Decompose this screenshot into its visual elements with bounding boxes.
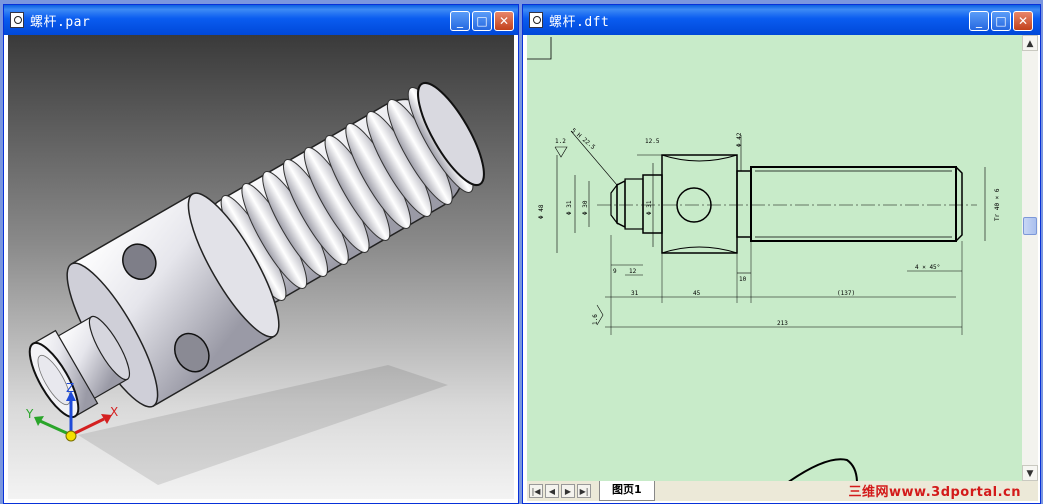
maximize-button[interactable]: □ <box>472 11 492 31</box>
dim-text: 12 <box>629 268 637 275</box>
close-button[interactable]: ✕ <box>494 11 514 31</box>
scroll-thumb[interactable] <box>1023 217 1037 235</box>
dim-text: 31 <box>631 290 639 297</box>
close-button[interactable]: ✕ <box>1013 11 1033 31</box>
scroll-up-icon[interactable]: ▲ <box>1022 35 1038 51</box>
z-axis-label: Z <box>66 381 75 395</box>
part-window-titlebar[interactable]: 螺杆.par _ □ ✕ <box>4 5 518 35</box>
dim-text: 1.2 <box>555 138 566 145</box>
dim-text: 1.6 <box>592 314 599 325</box>
maximize-button[interactable]: □ <box>991 11 1011 31</box>
minimize-button[interactable]: _ <box>969 11 989 31</box>
scroll-down-icon[interactable]: ▼ <box>1022 465 1038 481</box>
dim-text: (137) <box>837 290 855 297</box>
draft-window-title: 螺杆.dft <box>549 15 610 30</box>
draft-window-titlebar[interactable]: 螺杆.dft _ □ ✕ <box>523 5 1040 35</box>
dim-text: Φ 42 <box>736 132 743 147</box>
draft-window[interactable]: 螺杆.dft _ □ ✕ 5 H 22.5 1.2 12.5 Φ 42 Φ 48… <box>522 4 1041 504</box>
tab-sheet-1[interactable]: 图页1 <box>599 481 655 501</box>
document-icon <box>10 12 24 28</box>
part-window-title: 螺杆.par <box>30 15 91 30</box>
prev-sheet-icon[interactable]: ◀ <box>545 484 559 498</box>
dim-text: Tr 40 × 6 <box>994 188 1001 221</box>
dim-text: Φ 48 <box>538 204 545 219</box>
document-icon <box>529 12 543 28</box>
x-axis-label: X <box>110 405 119 419</box>
y-axis-label: Y <box>26 407 34 421</box>
vertical-scrollbar[interactable]: ▲ ▼ <box>1022 35 1038 481</box>
screw-model-render <box>28 81 485 485</box>
dim-text: 5 H 22.5 <box>570 127 597 151</box>
part-window[interactable]: 螺杆.par _ □ ✕ Z X Y <box>3 4 519 504</box>
dim-text: 9 <box>613 268 617 275</box>
dim-text: Φ 31 <box>646 200 653 215</box>
engineering-drawing: 5 H 22.5 1.2 12.5 Φ 42 Φ 48 Φ 31 Φ 30 Φ … <box>527 37 1001 481</box>
3d-viewport[interactable]: Z X Y <box>8 35 514 499</box>
drawing-sheet[interactable]: 5 H 22.5 1.2 12.5 Φ 42 Φ 48 Φ 31 Φ 30 Φ … <box>527 35 1022 481</box>
dim-text: 4 × 45° <box>915 264 940 271</box>
dim-text: Φ 30 <box>582 200 589 215</box>
minimize-button[interactable]: _ <box>450 11 470 31</box>
dim-text: 10 <box>739 276 747 283</box>
dim-text: 12.5 <box>645 138 660 145</box>
dim-text: 45 <box>693 290 701 297</box>
last-sheet-icon[interactable]: ▶| <box>577 484 591 498</box>
dim-text: Φ 31 <box>566 200 573 215</box>
dim-text: 213 <box>777 320 788 327</box>
next-sheet-icon[interactable]: ▶ <box>561 484 575 498</box>
watermark: 三维网www.3dportal.cn <box>848 485 1021 500</box>
first-sheet-icon[interactable]: |◀ <box>529 484 543 498</box>
